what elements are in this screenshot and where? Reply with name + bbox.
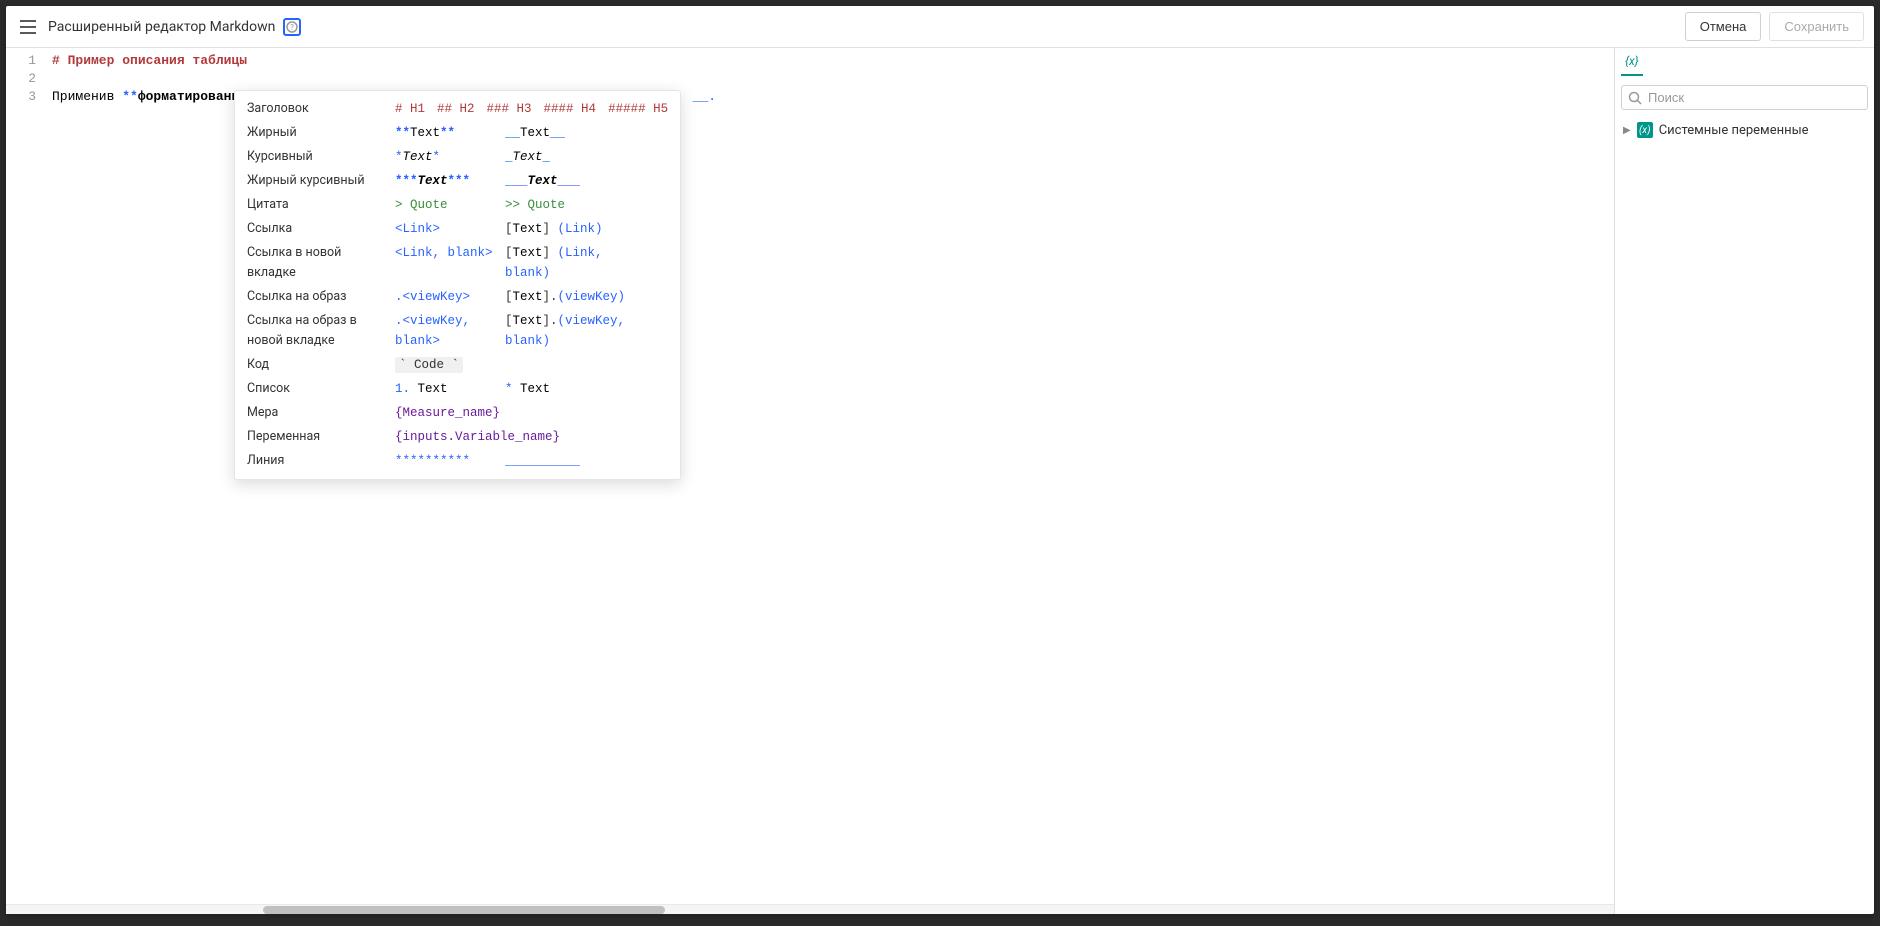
tip-label: Линия <box>247 451 395 471</box>
tip-label: Цитата <box>247 195 395 215</box>
search-input[interactable] <box>1648 90 1861 105</box>
horizontal-scrollbar[interactable] <box>6 904 1614 914</box>
right-panel: {x} ▶ (x) Системные переменные <box>1614 48 1874 914</box>
tip-label: Заголовок <box>247 99 395 119</box>
chevron-right-icon: ▶ <box>1623 125 1631 136</box>
save-button[interactable]: Сохранить <box>1769 12 1864 41</box>
line-number: 1 <box>10 52 36 70</box>
page-title: Расширенный редактор Markdown <box>48 19 275 35</box>
help-icon[interactable]: ? <box>283 18 301 36</box>
line-number: 3 <box>10 88 36 106</box>
line-gutter: 1 2 3 <box>6 48 46 914</box>
line-number: 2 <box>10 70 36 88</box>
tip-label: Код <box>247 355 395 375</box>
tip-label: Курсивный <box>247 147 395 167</box>
tip-label: Ссылка <box>247 219 395 239</box>
tip-label: Ссылка на образ <box>247 287 395 307</box>
tip-label: Мера <box>247 403 395 423</box>
cancel-button[interactable]: Отмена <box>1685 12 1762 41</box>
header: Расширенный редактор Markdown ? Отмена С… <box>6 6 1874 48</box>
tree-label: Системные переменные <box>1659 123 1809 138</box>
tip-label: Ссылка в новой вкладке <box>247 243 395 283</box>
menu-icon[interactable] <box>16 16 40 38</box>
tip-label: Ссылка на образ в новой вкладке <box>247 311 395 351</box>
tip-label: Переменная <box>247 427 395 447</box>
tip-label: Жирный курсивный <box>247 171 395 191</box>
markdown-help-tooltip: Заголовок # H1 ## H2 ### H3 #### H4 ####… <box>234 90 681 480</box>
code-text: Применив <box>52 89 122 104</box>
variables-tab[interactable]: {x} <box>1621 50 1643 76</box>
search-icon <box>1628 91 1642 105</box>
search-box[interactable] <box>1621 85 1868 110</box>
tip-label: Жирный <box>247 123 395 143</box>
code-text: # Пример описания таблицы <box>52 53 247 68</box>
tip-label: Список <box>247 379 395 399</box>
editor-area[interactable]: 1 2 3 # Пример описания таблицы Применив… <box>6 48 1614 914</box>
tree-system-variables[interactable]: ▶ (x) Системные переменные <box>1621 118 1868 142</box>
svg-text:?: ? <box>290 23 294 32</box>
variable-icon: (x) <box>1637 122 1653 138</box>
